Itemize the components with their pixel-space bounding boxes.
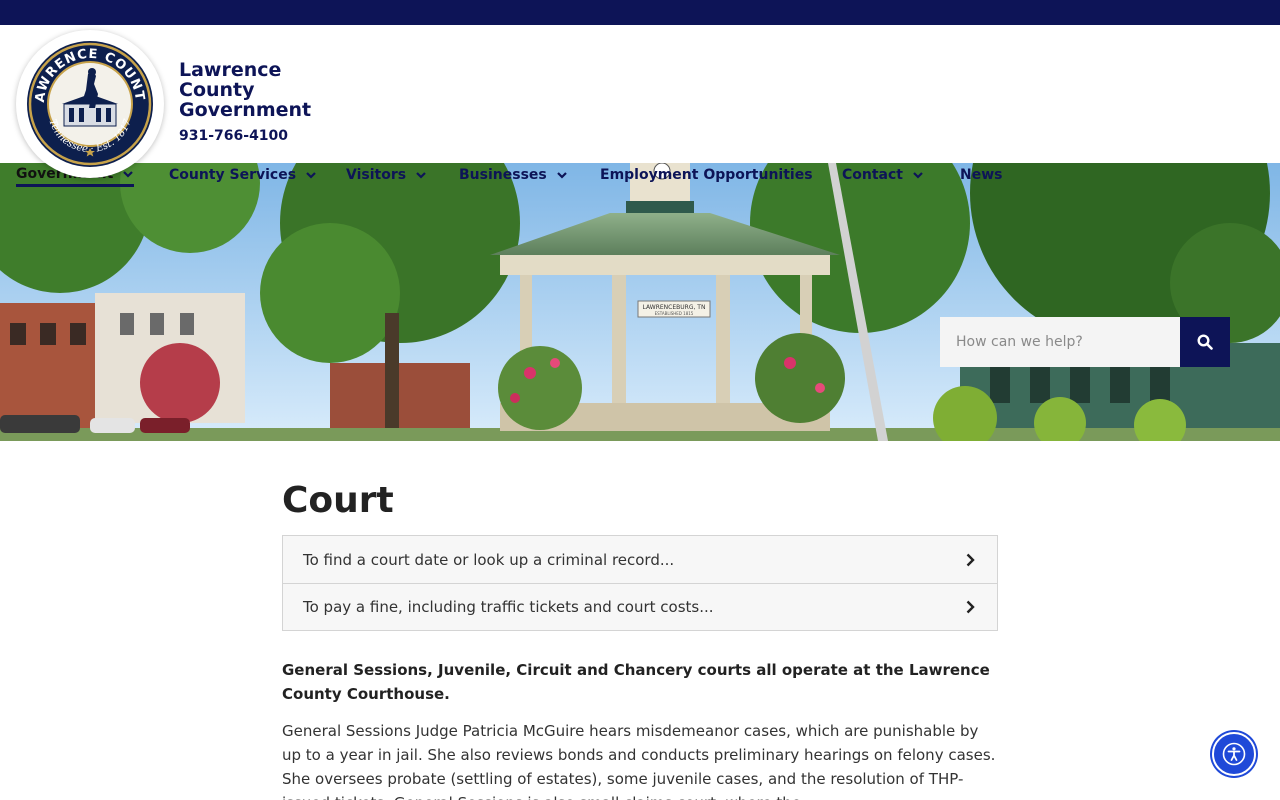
nav-item-employment[interactable]: Employment Opportunities — [600, 163, 813, 187]
nav-item-label: Visitors — [346, 167, 407, 183]
county-seal-logo[interactable]: LAWRENCE COUNTY Tennessee · Est. 1817 — [16, 30, 164, 178]
body-paragraph: General Sessions Judge Patricia McGuire … — [282, 722, 996, 800]
search-input[interactable] — [940, 317, 1180, 367]
site-search — [940, 317, 1230, 367]
main-content: Court To find a court date or look up a … — [282, 478, 998, 800]
phone-number[interactable]: 931-766-4100 — [179, 128, 288, 144]
hero-image: LAWRENCEBURG, TN ESTABLISHED 1815 — [0, 163, 1280, 441]
gazebo-sign-text: LAWRENCEBURG, TN — [643, 304, 706, 311]
nav-item-contact[interactable]: Contact — [842, 163, 924, 187]
nav-item-label: Contact — [842, 167, 903, 183]
nav-item-label: Employment Opportunities — [600, 167, 813, 183]
gazebo-sign-subtext: ESTABLISHED 1815 — [655, 311, 694, 316]
seal-icon: LAWRENCE COUNTY Tennessee · Est. 1817 — [26, 40, 153, 167]
chevron-down-icon — [416, 172, 426, 179]
nav-item-label: Businesses — [459, 167, 547, 183]
top-bar — [0, 0, 1280, 25]
accordion-item-label: To find a court date or look up a crimin… — [303, 550, 675, 569]
accordion-item-label: To pay a fine, including traffic tickets… — [303, 598, 714, 616]
accessibility-button[interactable] — [1212, 732, 1256, 776]
accordion-item-court-date[interactable]: To find a court date or look up a crimin… — [283, 536, 997, 583]
site-title[interactable]: Lawrence County Government — [179, 60, 349, 120]
accordion-item-pay-fine[interactable]: To pay a fine, including traffic tickets… — [283, 583, 997, 630]
chevron-down-icon — [913, 172, 923, 179]
nav-item-label: News — [960, 167, 1003, 183]
nav-item-businesses[interactable]: Businesses — [459, 163, 568, 187]
site-header: LAWRENCE COUNTY Tennessee · Est. 1817 La… — [0, 25, 1280, 187]
nav-item-county-services[interactable]: County Services — [169, 163, 317, 187]
nav-item-label: County Services — [169, 167, 297, 183]
intro-paragraph: General Sessions, Juvenile, Circuit and … — [282, 661, 990, 703]
main-nav: Government County Services Visitors Busi… — [0, 163, 1280, 187]
court-accordion: To find a court date or look up a crimin… — [282, 535, 998, 631]
search-button[interactable] — [1180, 317, 1230, 367]
page-title: Court — [282, 480, 394, 521]
gazebo-photo: LAWRENCEBURG, TN ESTABLISHED 1815 — [0, 163, 1280, 441]
nav-item-visitors[interactable]: Visitors — [346, 163, 427, 187]
chevron-down-icon — [556, 172, 567, 179]
nav-item-news[interactable]: News — [960, 163, 1002, 187]
search-icon — [1197, 334, 1213, 350]
chevron-right-icon — [966, 600, 975, 614]
accessibility-icon — [1222, 742, 1246, 766]
chevron-down-icon — [306, 172, 316, 179]
chevron-right-icon — [966, 553, 975, 566]
